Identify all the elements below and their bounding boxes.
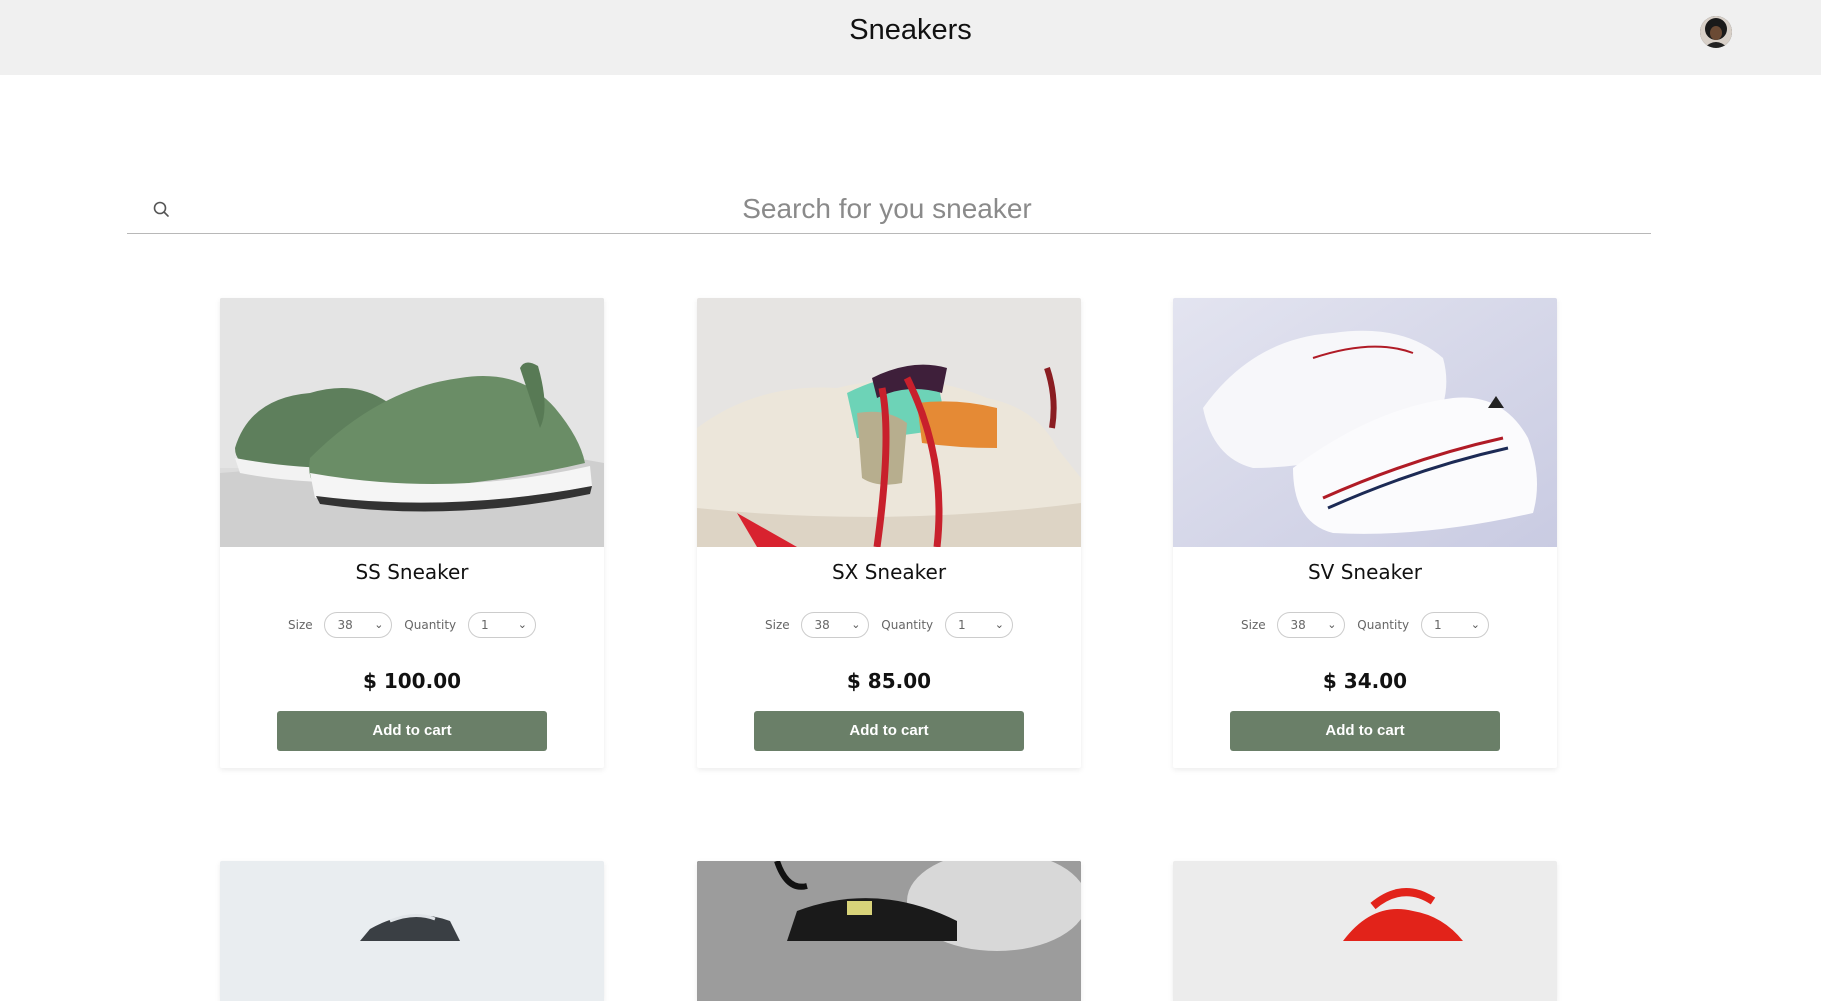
avatar-icon	[1700, 16, 1732, 48]
product-name: SV Sneaker	[1307, 560, 1423, 584]
product-card	[220, 861, 604, 1001]
quantity-select[interactable]: 1 ⌄	[1420, 612, 1489, 638]
product-options: Size 38 ⌄ Quantity 1 ⌄	[220, 612, 604, 638]
quantity-select[interactable]: 1 ⌄	[467, 612, 536, 638]
quantity-label: Quantity	[404, 618, 457, 632]
product-image[interactable]	[220, 298, 604, 547]
size-value: 38	[814, 618, 830, 632]
product-card: SS Sneaker Size 38 ⌄ Quantity 1 ⌄ $ 100.00…	[220, 298, 604, 768]
product-card	[697, 861, 1081, 1001]
product-image[interactable]	[220, 861, 604, 1001]
quantity-label: Quantity	[881, 618, 934, 632]
product-options: Size 38 ⌄ Quantity 1 ⌄	[697, 612, 1081, 638]
size-select[interactable]: 38 ⌄	[801, 612, 870, 638]
product-name: SX Sneaker	[831, 560, 947, 584]
chevron-down-icon: ⌄	[517, 618, 527, 631]
quantity-value: 1	[480, 618, 489, 632]
product-image[interactable]	[697, 861, 1081, 1001]
chevron-down-icon: ⌄	[851, 618, 861, 631]
product-name: SS Sneaker	[355, 560, 469, 584]
size-select[interactable]: 38 ⌄	[324, 612, 393, 638]
add-to-cart-button[interactable]: Add to cart	[277, 711, 547, 751]
search-input[interactable]	[187, 186, 1587, 232]
product-card: SX Sneaker Size 38 ⌄ Quantity 1 ⌄ $ 85.00 …	[697, 298, 1081, 768]
add-to-cart-button[interactable]: Add to cart	[1230, 711, 1500, 751]
product-card	[1173, 861, 1557, 1001]
quantity-value: 1	[957, 618, 966, 632]
chevron-down-icon: ⌄	[1470, 618, 1480, 631]
product-image[interactable]	[1173, 861, 1557, 1001]
size-select[interactable]: 38 ⌄	[1277, 612, 1346, 638]
product-image[interactable]	[1173, 298, 1557, 547]
quantity-label: Quantity	[1357, 618, 1410, 632]
page-title: Sneakers	[849, 14, 972, 46]
product-price: $ 34.00	[1322, 669, 1408, 693]
product-card: SV Sneaker Size 38 ⌄ Quantity 1 ⌄ $ 34.00 …	[1173, 298, 1557, 768]
product-price: $ 85.00	[846, 669, 932, 693]
size-label: Size	[765, 618, 790, 632]
quantity-value: 1	[1433, 618, 1442, 632]
add-to-cart-button[interactable]: Add to cart	[754, 711, 1024, 751]
size-label: Size	[1241, 618, 1266, 632]
product-price: $ 100.00	[362, 669, 462, 693]
product-options: Size 38 ⌄ Quantity 1 ⌄	[1173, 612, 1557, 638]
chevron-down-icon: ⌄	[994, 618, 1004, 631]
top-bar: Sneakers	[0, 0, 1821, 75]
size-value: 38	[1290, 618, 1306, 632]
size-value: 38	[337, 618, 353, 632]
chevron-down-icon: ⌄	[1327, 618, 1337, 631]
quantity-select[interactable]: 1 ⌄	[944, 612, 1013, 638]
size-label: Size	[288, 618, 313, 632]
search-icon[interactable]	[151, 199, 171, 219]
search-bar	[127, 186, 1651, 234]
chevron-down-icon: ⌄	[374, 618, 384, 631]
product-image[interactable]	[697, 298, 1081, 547]
user-avatar[interactable]	[1700, 16, 1732, 48]
